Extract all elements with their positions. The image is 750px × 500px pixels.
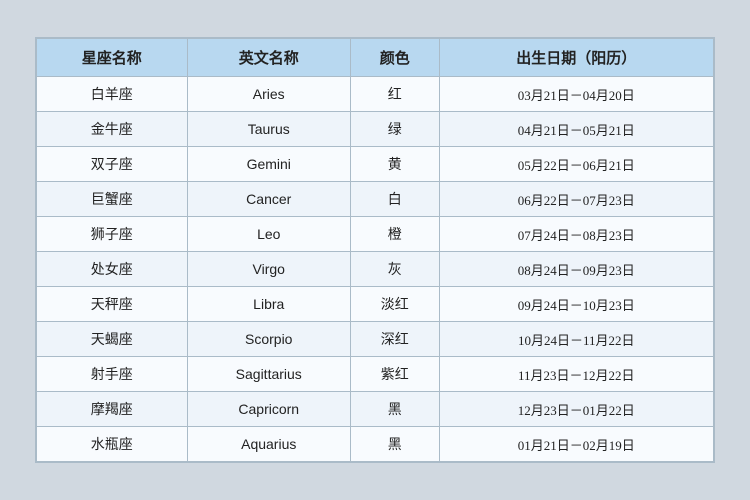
cell-color: 深红	[350, 322, 439, 357]
cell-english: Cancer	[187, 182, 350, 217]
cell-dates: 09月24日－10月23日	[439, 287, 713, 322]
table-row: 摩羯座Capricorn黑12月23日－01月22日	[37, 392, 714, 427]
cell-chinese: 双子座	[37, 147, 188, 182]
cell-color: 白	[350, 182, 439, 217]
cell-dates: 03月21日－04月20日	[439, 77, 713, 112]
table-row: 巨蟹座Cancer白06月22日－07月23日	[37, 182, 714, 217]
table-row: 双子座Gemini黄05月22日－06月21日	[37, 147, 714, 182]
cell-dates: 04月21日－05月21日	[439, 112, 713, 147]
cell-chinese: 天秤座	[37, 287, 188, 322]
col-header-color: 颜色	[350, 39, 439, 77]
cell-chinese: 巨蟹座	[37, 182, 188, 217]
cell-color: 黑	[350, 427, 439, 462]
cell-color: 绿	[350, 112, 439, 147]
cell-color: 灰	[350, 252, 439, 287]
zodiac-table: 星座名称 英文名称 颜色 出生日期（阳历） 白羊座Aries红03月21日－04…	[36, 38, 714, 462]
cell-color: 橙	[350, 217, 439, 252]
table-row: 天蝎座Scorpio深红10月24日－11月22日	[37, 322, 714, 357]
table-row: 天秤座Libra淡红09月24日－10月23日	[37, 287, 714, 322]
cell-dates: 08月24日－09月23日	[439, 252, 713, 287]
cell-dates: 10月24日－11月22日	[439, 322, 713, 357]
cell-dates: 06月22日－07月23日	[439, 182, 713, 217]
cell-color: 红	[350, 77, 439, 112]
cell-chinese: 射手座	[37, 357, 188, 392]
table-row: 白羊座Aries红03月21日－04月20日	[37, 77, 714, 112]
cell-color: 黑	[350, 392, 439, 427]
table-row: 水瓶座Aquarius黑01月21日－02月19日	[37, 427, 714, 462]
cell-chinese: 金牛座	[37, 112, 188, 147]
cell-english: Sagittarius	[187, 357, 350, 392]
table-row: 射手座Sagittarius紫红11月23日－12月22日	[37, 357, 714, 392]
cell-chinese: 天蝎座	[37, 322, 188, 357]
cell-english: Aries	[187, 77, 350, 112]
table-header-row: 星座名称 英文名称 颜色 出生日期（阳历）	[37, 39, 714, 77]
cell-dates: 01月21日－02月19日	[439, 427, 713, 462]
cell-color: 黄	[350, 147, 439, 182]
cell-dates: 12月23日－01月22日	[439, 392, 713, 427]
cell-english: Aquarius	[187, 427, 350, 462]
cell-english: Gemini	[187, 147, 350, 182]
cell-dates: 11月23日－12月22日	[439, 357, 713, 392]
cell-english: Leo	[187, 217, 350, 252]
cell-chinese: 水瓶座	[37, 427, 188, 462]
col-header-dates: 出生日期（阳历）	[439, 39, 713, 77]
cell-chinese: 摩羯座	[37, 392, 188, 427]
table-row: 处女座Virgo灰08月24日－09月23日	[37, 252, 714, 287]
cell-english: Libra	[187, 287, 350, 322]
table-row: 狮子座Leo橙07月24日－08月23日	[37, 217, 714, 252]
cell-dates: 07月24日－08月23日	[439, 217, 713, 252]
cell-dates: 05月22日－06月21日	[439, 147, 713, 182]
col-header-english: 英文名称	[187, 39, 350, 77]
cell-english: Taurus	[187, 112, 350, 147]
cell-english: Virgo	[187, 252, 350, 287]
table-row: 金牛座Taurus绿04月21日－05月21日	[37, 112, 714, 147]
cell-color: 紫红	[350, 357, 439, 392]
table-body: 白羊座Aries红03月21日－04月20日金牛座Taurus绿04月21日－0…	[37, 77, 714, 462]
col-header-chinese: 星座名称	[37, 39, 188, 77]
cell-english: Scorpio	[187, 322, 350, 357]
zodiac-table-container: 星座名称 英文名称 颜色 出生日期（阳历） 白羊座Aries红03月21日－04…	[35, 37, 715, 463]
cell-color: 淡红	[350, 287, 439, 322]
cell-chinese: 狮子座	[37, 217, 188, 252]
cell-chinese: 白羊座	[37, 77, 188, 112]
cell-chinese: 处女座	[37, 252, 188, 287]
cell-english: Capricorn	[187, 392, 350, 427]
